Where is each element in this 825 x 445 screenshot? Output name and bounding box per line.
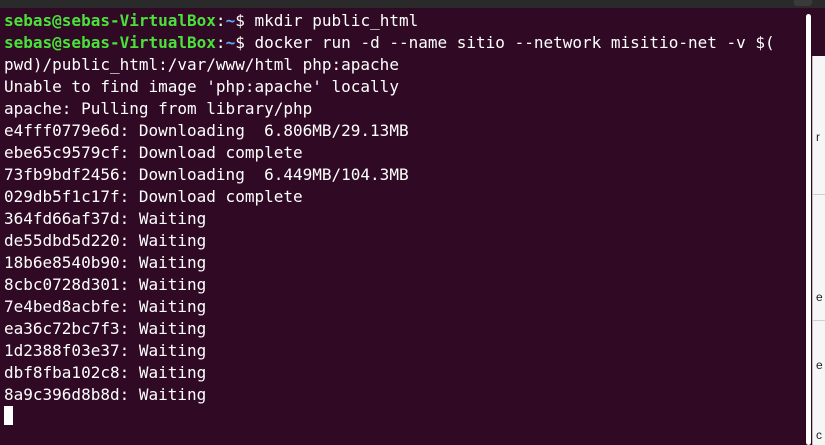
- output-line: dbf8fba102c8: Waiting: [4, 363, 207, 382]
- command-text: docker run -d --name sitio --network mis…: [244, 33, 775, 52]
- scrollbar-thumb[interactable]: [806, 14, 811, 445]
- terminal-line: sebas@sebas-VirtualBox:~$ docker run -d …: [4, 33, 775, 52]
- divider: [813, 320, 825, 321]
- text-cursor: [4, 406, 13, 425]
- background-text-fragment: r: [816, 130, 820, 144]
- window-control-icon[interactable]: [794, 0, 812, 6]
- output-line: ebe65c9579cf: Download complete: [4, 143, 303, 162]
- output-line: Unable to find image 'php:apache' locall…: [4, 77, 399, 96]
- output-line: de55dbd5d220: Waiting: [4, 231, 207, 250]
- terminal-window[interactable]: sebas@sebas-VirtualBox:~$ mkdir public_h…: [0, 8, 800, 445]
- prompt-path: ~: [225, 11, 236, 30]
- output-line: 7e4bed8acbfe: Waiting: [4, 297, 207, 316]
- window-top-edge: [0, 0, 825, 8]
- output-line: 73fb9bdf2456: Downloading 6.449MB/104.3M…: [4, 165, 409, 184]
- background-text-fragment: e: [816, 358, 823, 372]
- background-text-fragment: c: [816, 428, 822, 442]
- screenshot-frame: sebas@sebas-VirtualBox:~$ mkdir public_h…: [0, 0, 825, 445]
- output-line: 8cbc0728d301: Waiting: [4, 275, 207, 294]
- output-line: 1d2388f03e37: Waiting: [4, 341, 207, 360]
- prompt-user-host: sebas@sebas-VirtualBox: [4, 33, 216, 52]
- output-line: 18b6e8540b90: Waiting: [4, 253, 207, 272]
- background-text-fragment: e: [816, 290, 823, 304]
- prompt-symbol: $: [235, 33, 245, 52]
- background-window-edge: r e e c: [812, 56, 825, 445]
- prompt-path: ~: [225, 33, 236, 52]
- output-line: e4fff0779e6d: Downloading 6.806MB/29.13M…: [4, 121, 409, 140]
- output-line: 364fd66af37d: Waiting: [4, 209, 207, 228]
- output-line: apache: Pulling from library/php: [4, 99, 313, 118]
- command-text: mkdir public_html: [244, 11, 419, 30]
- output-line: 029db5f1c17f: Download complete: [4, 187, 303, 206]
- cursor-line: [4, 406, 800, 428]
- prompt-symbol: $: [235, 11, 245, 30]
- output-line: pwd)/public_html:/var/www/html php:apach…: [4, 55, 399, 74]
- terminal-scrollbar[interactable]: [805, 14, 812, 445]
- divider: [813, 194, 825, 195]
- output-line: ea36c72bc7f3: Waiting: [4, 319, 207, 338]
- prompt-user-host: sebas@sebas-VirtualBox: [4, 11, 216, 30]
- output-line: 8a9c396d8b8d: Waiting: [4, 385, 207, 404]
- terminal-line: sebas@sebas-VirtualBox:~$ mkdir public_h…: [4, 11, 419, 30]
